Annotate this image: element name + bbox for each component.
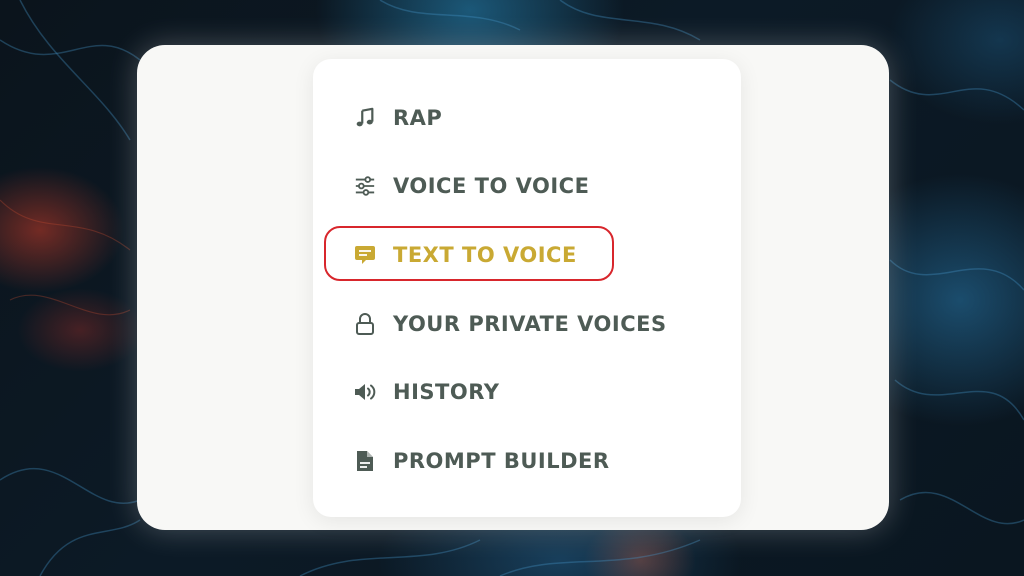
menu-item-label: YOUR PRIVATE VOICES xyxy=(393,312,667,336)
speaker-icon xyxy=(353,380,377,404)
menu-item-label: RAP xyxy=(393,106,443,130)
menu-item-prompt-builder[interactable]: PROMPT BUILDER xyxy=(353,444,610,478)
document-icon xyxy=(353,449,377,473)
menu-item-label: PROMPT BUILDER xyxy=(393,449,610,473)
menu-item-label: HISTORY xyxy=(393,380,500,404)
menu-item-rap[interactable]: RAP xyxy=(353,101,442,135)
menu-item-your-private-voices[interactable]: YOUR PRIVATE VOICES xyxy=(353,307,667,341)
menu-item-text-to-voice[interactable]: TEXT TO VOICE xyxy=(353,238,577,272)
lock-icon xyxy=(353,312,377,336)
menu-item-voice-to-voice[interactable]: VOICE TO VOICE xyxy=(353,169,589,203)
menu-item-label: TEXT TO VOICE xyxy=(393,243,577,267)
menu-item-label: VOICE TO VOICE xyxy=(393,174,590,198)
menu-item-history[interactable]: HISTORY xyxy=(353,375,499,409)
menu-panel: RAP VOICE TO VOICE TEXT TO VOICE YOUR PR… xyxy=(313,59,741,517)
chat-bubble-icon xyxy=(353,243,377,267)
sliders-icon xyxy=(353,174,377,198)
music-note-icon xyxy=(353,106,377,130)
